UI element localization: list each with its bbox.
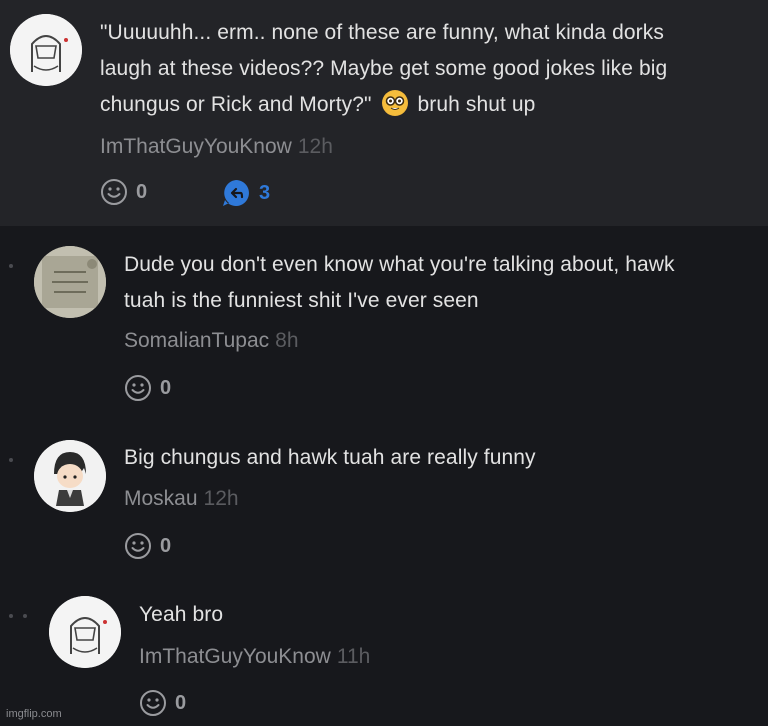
watermark: imgflip.com [6, 708, 62, 720]
comment-text: "Uuuuuhh... erm.. none of these are funn… [100, 15, 760, 123]
username[interactable]: SomalianTupac [124, 329, 269, 352]
avatar[interactable] [34, 440, 106, 512]
comment-text-line: laugh at these videos?? Maybe get some g… [100, 57, 668, 80]
smiley-icon [140, 690, 166, 716]
comment-actions: 0 [139, 689, 339, 719]
thread-dot [23, 614, 27, 618]
nerd-face-emoji-icon [381, 90, 408, 116]
avatar[interactable] [34, 246, 106, 318]
like-button[interactable]: 0 [124, 532, 171, 560]
thread-indent-dots [9, 458, 13, 462]
comment-3: Big chungus and hawk tuah are really fun… [0, 416, 768, 586]
reply-bubble-icon [223, 180, 249, 206]
like-count: 0 [160, 376, 172, 399]
comment-text: Dude you don't even know what you're tal… [124, 247, 764, 319]
comment-meta: ImThatGuyYouKnow 12h [100, 134, 333, 160]
thread-indent-dots [9, 264, 13, 268]
like-count: 0 [136, 180, 148, 203]
timestamp: 12h [203, 487, 239, 510]
replies-button[interactable]: 3 [221, 178, 270, 208]
comment-1: "Uuuuuhh... erm.. none of these are funn… [0, 0, 768, 226]
like-button[interactable]: 0 [139, 689, 186, 717]
comment-2: Dude you don't even know what you're tal… [0, 226, 768, 416]
username[interactable]: ImThatGuyYouKnow [100, 135, 292, 158]
comment-4: Yeah bro ImThatGuyYouKnow 11h 0 [0, 586, 768, 716]
comment-text-segment: bruh shut up [417, 93, 536, 116]
timestamp: 11h [336, 645, 371, 668]
smiley-icon [125, 375, 151, 401]
comment-meta: Moskau 12h [124, 486, 239, 512]
thread-indent-dots [9, 614, 27, 618]
comment-text-line: chungus or Rick and Morty?" bruh shut up [100, 87, 760, 123]
avatar[interactable] [10, 14, 82, 86]
comment-text-line: tuah is the funniest shit I've ever seen [124, 289, 479, 312]
comment-actions: 0 3 [100, 178, 400, 208]
comment-actions: 0 [124, 532, 324, 562]
thread-dot [9, 264, 13, 268]
comment-text-line: Big chungus and hawk tuah are really fun… [124, 446, 536, 469]
reply-count: 3 [259, 181, 271, 204]
comment-actions: 0 [124, 374, 324, 404]
timestamp: 8h [275, 329, 299, 352]
smiley-icon [101, 179, 127, 205]
timestamp: 12h [297, 135, 333, 158]
comment-text-line: "Uuuuuhh... erm.. none of these are funn… [100, 21, 664, 44]
comment-text: Big chungus and hawk tuah are really fun… [124, 440, 764, 476]
username[interactable]: Moskau [124, 487, 198, 510]
username[interactable]: ImThatGuyYouKnow [139, 645, 331, 668]
avatar[interactable] [49, 596, 121, 668]
comment-text-line: Yeah bro [139, 603, 224, 626]
smiley-icon [125, 533, 151, 559]
comment-text-segment: chungus or Rick and Morty?" [100, 93, 372, 116]
comment-text: Yeah bro [139, 597, 739, 633]
like-count: 0 [160, 534, 172, 557]
like-button[interactable]: 0 [100, 178, 147, 206]
thread-dot [9, 458, 13, 462]
comment-meta: ImThatGuyYouKnow 11h [139, 644, 370, 670]
comment-text-line: Dude you don't even know what you're tal… [124, 253, 675, 276]
like-count: 0 [175, 691, 187, 714]
comment-meta: SomalianTupac 8h [124, 328, 299, 354]
like-button[interactable]: 0 [124, 374, 171, 402]
thread-dot [9, 614, 13, 618]
